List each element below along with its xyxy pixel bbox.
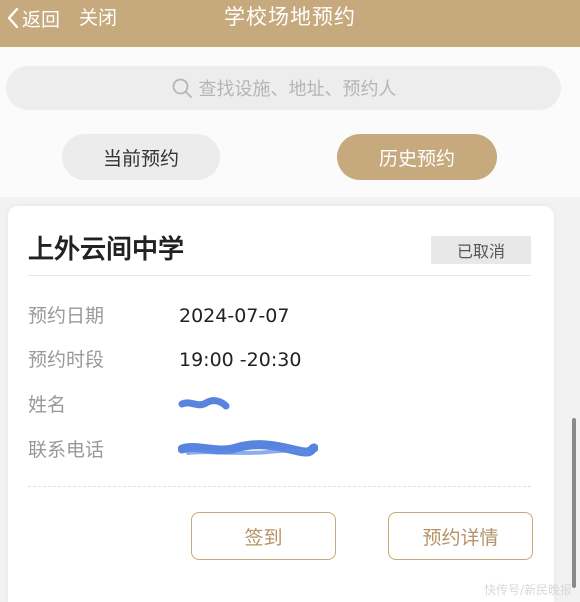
field-label: 姓名 — [28, 394, 67, 416]
search-section: 查找设施、地址、预约人 当前预约 历史预约 — [0, 47, 580, 197]
redaction-mark — [178, 390, 230, 420]
redaction-mark — [178, 435, 318, 465]
field-value: 19:00 -20:30 — [179, 349, 302, 371]
search-input[interactable]: 查找设施、地址、预约人 — [6, 66, 561, 110]
field-label: 预约日期 — [28, 305, 105, 327]
watermark: 快传号/新民晚报 — [483, 583, 572, 597]
field-row-date: 预约日期 2024-07-07 — [28, 301, 528, 331]
field-row-name: 姓名 — [28, 390, 528, 420]
field-row-phone: 联系电话 — [28, 435, 528, 465]
field-label: 预约时段 — [28, 349, 105, 371]
school-name: 上外云间中学 — [28, 235, 185, 265]
checkin-button[interactable]: 签到 — [191, 512, 336, 560]
top-bar: 返回 关闭 学校场地预约 — [0, 0, 580, 47]
page-title: 学校场地预约 — [224, 5, 356, 29]
status-badge: 已取消 — [431, 236, 531, 264]
field-value: 2024-07-07 — [179, 305, 290, 327]
search-placeholder: 查找设施、地址、预约人 — [198, 79, 397, 100]
divider — [28, 275, 531, 276]
tab-history-bookings[interactable]: 历史预约 — [337, 134, 497, 180]
field-row-time: 预约时段 19:00 -20:30 — [28, 345, 528, 375]
divider — [28, 486, 531, 487]
scrollbar[interactable] — [572, 418, 576, 588]
booking-card: 上外云间中学 已取消 预约日期 2024-07-07 预约时段 19:00 -2… — [8, 206, 554, 602]
booking-detail-button[interactable]: 预约详情 — [388, 512, 533, 560]
tab-current-bookings[interactable]: 当前预约 — [62, 134, 220, 180]
field-label: 联系电话 — [28, 439, 105, 461]
search-icon — [172, 78, 192, 98]
